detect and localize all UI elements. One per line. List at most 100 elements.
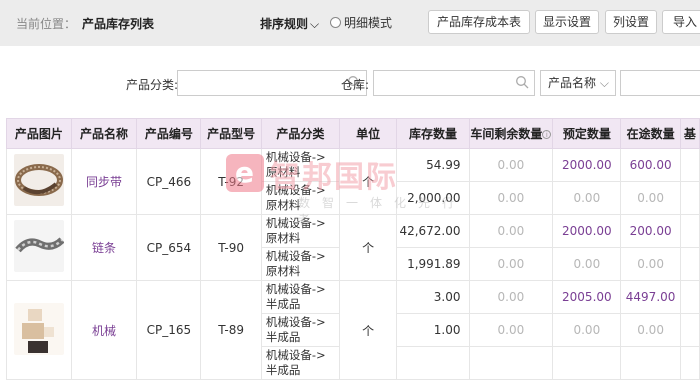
reserved-quantity[interactable]: 2000.00 <box>552 214 622 248</box>
product-category: 机械设备->原材料 <box>260 247 340 281</box>
reserved-quantity: 0.00 <box>552 247 622 281</box>
detail-mode-label: 明细模式 <box>344 16 393 30</box>
product-category: 机械设备->原材料 <box>260 214 340 248</box>
name-field-select[interactable]: 产品名称 ⌵ <box>540 70 616 96</box>
product-model: T-90 <box>200 214 262 281</box>
workshop-quantity: 0.00 <box>468 181 554 215</box>
truncated-cell <box>679 181 700 215</box>
transit-quantity <box>620 346 681 380</box>
product-code: CP_165 <box>136 280 202 380</box>
stock-quantity: 1,991.89 <box>396 247 470 281</box>
table-row: 链条 CP_654 T-90 机械设备->原材料 个 42,672.00 0.0… <box>6 214 700 281</box>
col-header-workshop[interactable]: 车间剩余数量 i <box>468 118 554 149</box>
warehouse-filter-input[interactable] <box>373 70 535 96</box>
col-header-transit[interactable]: 在途数量 <box>620 118 681 149</box>
truncated-cell <box>679 247 700 281</box>
sort-rule-label: 排序规则 <box>260 17 309 31</box>
product-code: CP_654 <box>136 214 202 281</box>
chain-image[interactable] <box>13 220 65 272</box>
category-filter-input[interactable] <box>177 70 367 96</box>
top-bar: 当前位置： 产品库存列表 排序规则 ⌵ 明细模式 产品库存成本表 显示设置 列设置… <box>0 0 700 46</box>
stock-quantity: 1.00 <box>396 313 470 347</box>
col-header-stock[interactable]: 库存数量 <box>396 118 470 149</box>
product-category: 机械设备->半成品 <box>260 346 340 380</box>
workshop-quantity: 0.00 <box>468 148 554 182</box>
product-model: T-89 <box>200 280 262 380</box>
col-header-category[interactable]: 产品分类 <box>260 118 340 149</box>
workshop-quantity: 0.00 <box>468 247 554 281</box>
product-category: 机械设备->原材料 <box>260 148 340 182</box>
col-header-code[interactable]: 产品编号 <box>136 118 202 149</box>
workshop-quantity: 0.00 <box>468 313 554 347</box>
stock-quantity: 2,000.00 <box>396 181 470 215</box>
transit-quantity[interactable]: 200.00 <box>620 214 681 248</box>
workshop-quantity <box>468 346 554 380</box>
workshop-quantity: 0.00 <box>468 280 554 314</box>
col-header-model[interactable]: 产品型号 <box>200 118 262 149</box>
truncated-cell <box>679 313 700 347</box>
product-image-blurred[interactable] <box>13 302 64 355</box>
timing-belt-image[interactable] <box>13 154 64 206</box>
name-field-select-value: 产品名称 <box>548 76 597 90</box>
truncated-cell <box>679 214 700 248</box>
cost-report-button[interactable]: 产品库存成本表 <box>428 10 530 34</box>
page-title: 产品库存列表 <box>82 17 155 31</box>
transit-quantity: 0.00 <box>620 247 681 281</box>
reserved-quantity[interactable]: 2000.00 <box>552 148 622 182</box>
col-header-reserved[interactable]: 预定数量 <box>552 118 622 149</box>
col-header-truncated[interactable]: 基 <box>679 118 700 149</box>
reserved-quantity[interactable]: 2005.00 <box>552 280 622 314</box>
product-name-link[interactable]: 机械 <box>70 280 138 380</box>
table-row: 机械 CP_165 T-89 机械设备->半成品 个 3.00 0.00 200… <box>6 280 700 380</box>
product-name-link[interactable]: 链条 <box>70 214 138 281</box>
product-category: 机械设备->半成品 <box>260 313 340 347</box>
col-header-name[interactable]: 产品名称 <box>70 118 138 149</box>
product-unit: 个 <box>338 214 398 281</box>
col-header-unit[interactable]: 单位 <box>338 118 398 149</box>
product-model: T-92 <box>200 148 262 215</box>
product-image-cell <box>6 280 72 380</box>
product-image-cell <box>6 148 72 215</box>
truncated-cell <box>679 346 700 380</box>
info-icon[interactable]: i <box>542 130 552 139</box>
warehouse-filter-label: 仓库: <box>341 78 370 92</box>
product-code: CP_466 <box>136 148 202 215</box>
reserved-quantity: 0.00 <box>552 313 622 347</box>
column-settings-button[interactable]: 列设置 <box>605 10 657 34</box>
truncated-cell <box>679 280 700 314</box>
transit-quantity: 0.00 <box>620 313 681 347</box>
product-category: 机械设备->半成品 <box>260 280 340 314</box>
product-image-cell <box>6 214 72 281</box>
detail-mode-radio[interactable]: 明细模式 <box>330 14 392 31</box>
radio-icon[interactable] <box>330 17 341 28</box>
stock-quantity <box>396 346 470 380</box>
product-unit: 个 <box>338 148 398 215</box>
workshop-quantity: 0.00 <box>468 214 554 248</box>
transit-quantity[interactable]: 4497.00 <box>620 280 681 314</box>
truncated-cell <box>679 148 700 182</box>
table-header-row: 产品图片 产品名称 产品编号 产品型号 产品分类 单位 库存数量 车间剩余数量 i… <box>6 118 700 149</box>
chevron-down-icon: ⌵ <box>599 76 609 90</box>
transit-quantity[interactable]: 600.00 <box>620 148 681 182</box>
sort-rule-dropdown[interactable]: 排序规则 ⌵ <box>260 15 319 32</box>
reserved-quantity <box>552 346 622 380</box>
product-unit: 个 <box>338 280 398 380</box>
display-settings-button[interactable]: 显示设置 <box>535 10 599 34</box>
category-filter-label: 产品分类: <box>126 78 179 92</box>
inventory-table: 产品图片 产品名称 产品编号 产品型号 产品分类 单位 库存数量 车间剩余数量 i… <box>6 118 700 380</box>
stock-quantity: 54.99 <box>396 148 470 182</box>
stock-quantity: 42,672.00 <box>396 214 470 248</box>
reserved-quantity: 0.00 <box>552 181 622 215</box>
table-row: 同步带 CP_466 T-92 机械设备->原材料 个 54.99 0.00 2… <box>6 148 700 215</box>
transit-quantity: 0.00 <box>620 181 681 215</box>
stock-quantity: 3.00 <box>396 280 470 314</box>
import-button[interactable]: 导入 <box>662 10 700 34</box>
product-name-link[interactable]: 同步带 <box>70 148 138 215</box>
name-search-input[interactable] <box>620 70 700 96</box>
location-label: 当前位置： <box>16 17 77 31</box>
chevron-down-icon: ⌵ <box>310 17 320 31</box>
col-header-image[interactable]: 产品图片 <box>6 118 72 149</box>
col-header-workshop-label: 车间剩余数量 <box>470 127 543 141</box>
search-icon[interactable] <box>515 75 529 89</box>
product-category: 机械设备->原材料 <box>260 181 340 215</box>
